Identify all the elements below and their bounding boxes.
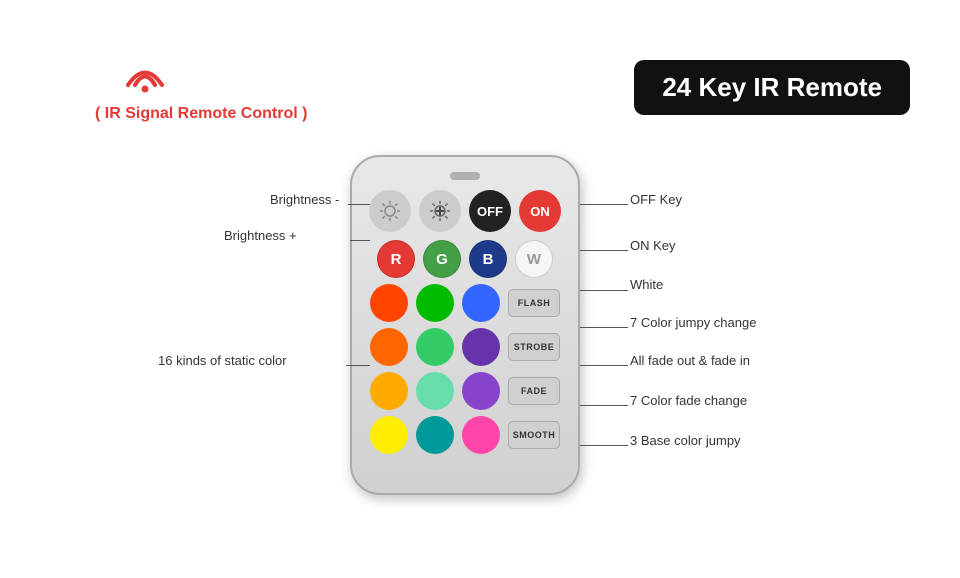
color-orange-red[interactable] [370,284,408,322]
wifi-ir-icon [120,55,170,102]
ir-sensor [450,172,480,180]
strobe-button[interactable]: STROBE [508,333,560,361]
ir-signal-label: ( IR Signal Remote Control ) [95,105,307,123]
color-blue2[interactable] [462,284,500,322]
off-key-label: OFF Key [630,192,682,207]
main-container: ( IR Signal Remote Control ) 24 Key IR R… [0,0,960,578]
on-button[interactable]: ON [519,190,561,232]
red-button[interactable]: R [377,240,415,278]
static-colors-line [346,365,370,366]
brightness-plus-label: Brightness + [224,228,297,243]
strobe-line [580,365,628,366]
brightness-plus-button[interactable] [419,190,461,232]
on-key-line [580,250,628,251]
white-label: White [630,277,663,292]
green-button[interactable]: G [423,240,461,278]
color-purple[interactable] [462,328,500,366]
badge-24key: 24 Key IR Remote [634,60,910,115]
brightness-minus-button[interactable] [369,190,411,232]
static-colors-label: 16 kinds of static color [158,353,287,368]
white-line [580,290,628,291]
smooth-line [580,445,628,446]
color-orange[interactable] [370,328,408,366]
strobe-label: All fade out & fade in [630,353,750,368]
color-amber[interactable] [370,372,408,410]
color-pink[interactable] [462,416,500,454]
off-button[interactable]: OFF [469,190,511,232]
color-yellow[interactable] [370,416,408,454]
fade-label: 7 Color fade change [630,393,747,408]
fade-button[interactable]: FADE [508,377,560,405]
brightness-minus-line [348,204,370,205]
rgbw-row: R G B W [377,240,553,278]
flash-button[interactable]: FLASH [508,289,560,317]
flash-line [580,327,628,328]
top-button-row: OFF ON [369,190,561,232]
color-violet[interactable] [462,372,500,410]
smooth-button[interactable]: SMOOTH [508,421,560,449]
color-row-2: STROBE [370,328,560,366]
remote-control: OFF ON R G B W FLASH STROBE [350,155,580,495]
color-cyan[interactable] [416,416,454,454]
color-mint[interactable] [416,372,454,410]
color-teal-green[interactable] [416,328,454,366]
fade-line [580,405,628,406]
off-key-line [580,204,628,205]
smooth-label: 3 Base color jumpy [630,433,741,448]
color-row-3: FADE [370,372,560,410]
color-green2[interactable] [416,284,454,322]
color-row-4: SMOOTH [370,416,560,454]
white-button[interactable]: W [515,240,553,278]
on-key-label: ON Key [630,238,676,253]
color-row-1: FLASH [370,284,560,322]
brightness-minus-label: Brightness - [270,192,339,207]
blue-button[interactable]: B [469,240,507,278]
brightness-plus-line [350,240,370,241]
flash-label: 7 Color jumpy change [630,315,756,330]
